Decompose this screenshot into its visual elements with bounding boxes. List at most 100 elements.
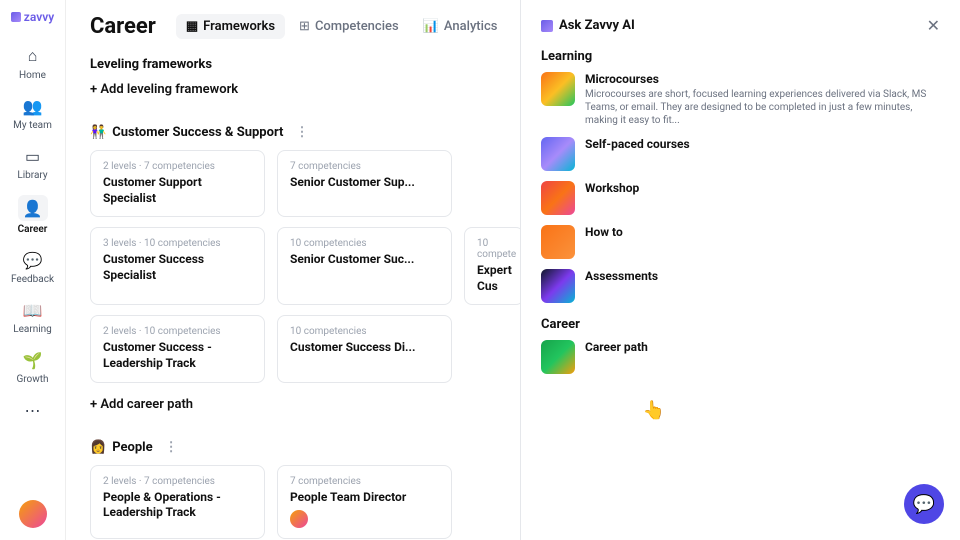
card-title: Senior Customer Sup... [290, 175, 439, 191]
nav-home[interactable]: ⌂ Home [0, 38, 65, 88]
thumbnail [541, 137, 575, 171]
career-card[interactable]: 7 competencies Senior Customer Sup... [277, 150, 452, 217]
dots-icon: ⋯ [22, 399, 44, 421]
nav-career[interactable]: 👤 Career [0, 188, 65, 242]
thumbnail [541, 269, 575, 303]
add-career-path-button[interactable]: + Add career path [90, 397, 193, 412]
user-avatar[interactable] [19, 500, 47, 528]
tab-frameworks[interactable]: ▦ Frameworks [176, 14, 285, 39]
thumbnail [541, 225, 575, 259]
item-desc: Microcourses are short, focused learning… [585, 88, 940, 127]
card-meta: 2 levels · 7 competencies [103, 476, 252, 487]
career-card[interactable]: 10 compete Expert Cus [464, 227, 524, 305]
analytics-icon: 📊 [423, 19, 439, 34]
card-meta: 7 competencies [290, 161, 439, 172]
ai-panel: Ask Zavvy AI ✕ Learning MicrocoursesMicr… [520, 0, 960, 540]
sidebar: zavvy ⌂ Home 👥 My team ▭ Library 👤 Career 💬 F… [0, 0, 66, 540]
panel-item-how-to[interactable]: How to [541, 225, 940, 259]
group-menu-button[interactable]: ⋮ [165, 440, 178, 455]
nav-label: Career [18, 224, 48, 235]
thumbnail [541, 340, 575, 374]
card-title: Customer Success - Leadership Track [103, 340, 252, 371]
nav-label: My team [13, 120, 52, 131]
group-emoji: 👩 [90, 440, 106, 455]
home-icon: ⌂ [22, 45, 44, 67]
nav-feedback[interactable]: 💬 Feedback [0, 242, 65, 292]
group-title: People [112, 440, 152, 455]
panel-item-self-paced[interactable]: Self-paced courses [541, 137, 940, 171]
item-label: Self-paced courses [585, 137, 940, 151]
frameworks-icon: ▦ [186, 19, 198, 34]
tabs: ▦ Frameworks ⊞ Competencies 📊 Analytics [176, 14, 508, 39]
career-card[interactable]: 2 levels · 10 competencies Customer Succe… [90, 315, 265, 382]
library-icon: ▭ [22, 145, 44, 167]
card-title: People Team Director [290, 490, 439, 506]
panel-section-heading: Career [541, 317, 940, 332]
panel-title: Ask Zavvy AI [541, 18, 635, 33]
item-label: Career path [585, 340, 940, 354]
growth-icon: 🌱 [22, 349, 44, 371]
nav-label: Feedback [11, 274, 54, 285]
panel-header: Ask Zavvy AI ✕ [541, 16, 940, 35]
group-menu-button[interactable]: ⋮ [295, 125, 308, 140]
tab-label: Frameworks [203, 19, 275, 34]
item-label: Workshop [585, 181, 940, 195]
nav-label: Learning [13, 324, 52, 335]
panel-item-workshop[interactable]: Workshop [541, 181, 940, 215]
card-title: Customer Support Specialist [103, 175, 252, 206]
nav-growth[interactable]: 🌱 Growth [0, 342, 65, 392]
card-title: Senior Customer Suc... [290, 252, 439, 268]
add-framework-button[interactable]: + Add leveling framework [90, 82, 238, 97]
tab-label: Analytics [444, 19, 498, 34]
nav-label: Library [17, 170, 47, 181]
career-card[interactable]: 2 levels · 7 competencies Customer Suppor… [90, 150, 265, 217]
tab-competencies[interactable]: ⊞ Competencies [289, 14, 409, 39]
thumbnail [541, 181, 575, 215]
item-label: Microcourses [585, 72, 940, 86]
nav-more[interactable]: ⋯ [0, 392, 65, 428]
nav-library[interactable]: ▭ Library [0, 138, 65, 188]
feedback-icon: 💬 [22, 249, 44, 271]
card-meta: 2 levels · 10 competencies [103, 326, 252, 337]
card-meta: 10 competencies [290, 238, 439, 249]
item-label: Assessments [585, 269, 940, 283]
card-title: People & Operations - Leadership Track [103, 490, 252, 521]
chat-fab-button[interactable]: 💬 [904, 484, 944, 524]
ai-icon [541, 20, 553, 32]
nav-label: Growth [16, 374, 48, 385]
career-card[interactable]: 7 competencies People Team Director [277, 465, 452, 540]
card-title: Customer Success Specialist [103, 252, 252, 283]
panel-item-career-path[interactable]: Career path [541, 340, 940, 374]
card-meta: 10 competencies [290, 326, 439, 337]
card-meta: 7 competencies [290, 476, 439, 487]
nav-label: Home [19, 70, 46, 81]
panel-section-heading: Learning [541, 49, 940, 64]
card-title: Customer Success Di... [290, 340, 439, 356]
panel-item-assessments[interactable]: Assessments [541, 269, 940, 303]
panel-item-microcourses[interactable]: Microcourses Microcourses are short, focu… [541, 72, 940, 127]
learning-icon: 📖 [22, 299, 44, 321]
thumbnail [541, 72, 575, 106]
team-icon: 👥 [22, 95, 44, 117]
card-meta: 2 levels · 7 competencies [103, 161, 252, 172]
career-card[interactable]: 10 competencies Senior Customer Suc... [277, 227, 452, 305]
career-card[interactable]: 3 levels · 10 competencies Customer Succe… [90, 227, 265, 305]
card-meta: 3 levels · 10 competencies [103, 238, 252, 249]
group-title: Customer Success & Support [112, 125, 283, 140]
nav-learning[interactable]: 📖 Learning [0, 292, 65, 342]
card-title: Expert Cus [477, 263, 511, 294]
logo: zavvy [11, 10, 54, 24]
career-icon: 👤 [18, 195, 48, 221]
page-title: Career [90, 14, 156, 39]
card-meta: 10 compete [477, 238, 511, 260]
competencies-icon: ⊞ [299, 19, 310, 34]
nav-my-team[interactable]: 👥 My team [0, 88, 65, 138]
career-card[interactable]: 10 competencies Customer Success Di... [277, 315, 452, 382]
item-label: How to [585, 225, 940, 239]
close-button[interactable]: ✕ [927, 16, 940, 35]
member-avatar [290, 510, 308, 528]
group-emoji: 👫 [90, 125, 106, 140]
career-card[interactable]: 2 levels · 7 competencies People & Operat… [90, 465, 265, 540]
tab-label: Competencies [315, 19, 399, 34]
tab-analytics[interactable]: 📊 Analytics [413, 14, 508, 39]
